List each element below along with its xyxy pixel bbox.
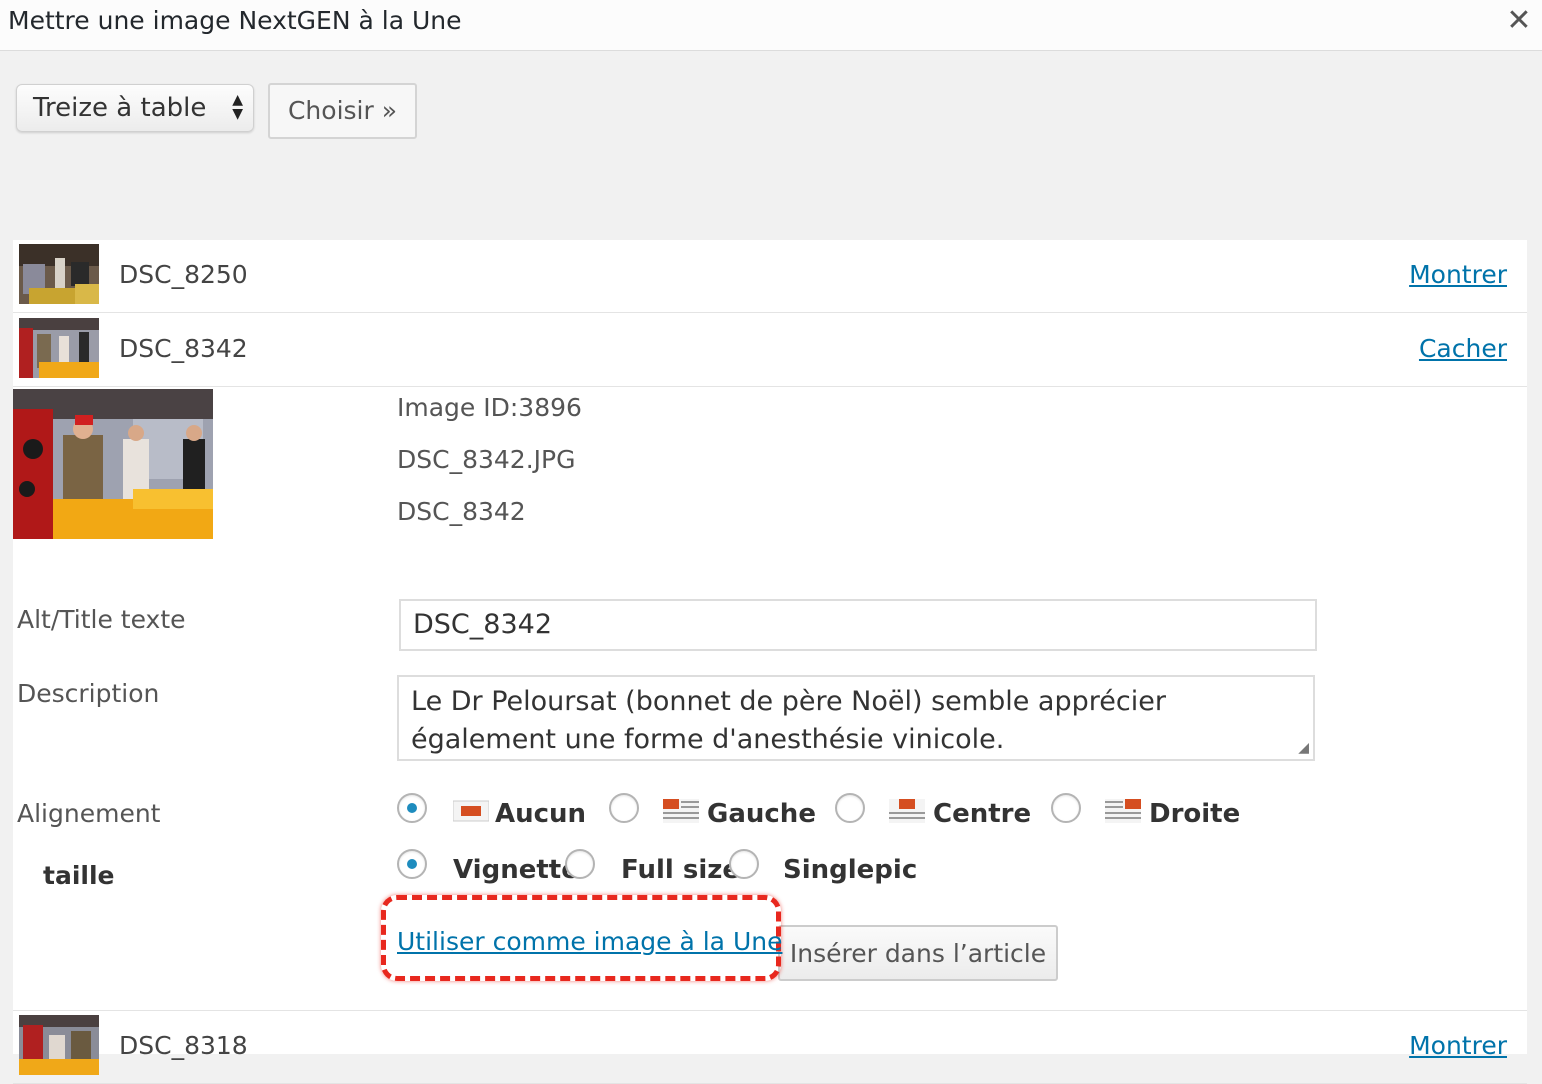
align-center-label: Centre <box>933 799 1032 829</box>
size-full-label: Full size <box>621 855 741 885</box>
list-item: DSC_8250 Montrer <box>13 240 1527 313</box>
gallery-select[interactable]: Treize à table ▲ ▼ <box>16 84 254 132</box>
size-full-radio[interactable] <box>565 849 595 879</box>
size-thumbnail-radio[interactable] <box>397 849 427 879</box>
show-link[interactable]: Montrer <box>1409 258 1507 292</box>
align-left-icon <box>663 799 699 823</box>
list-item: DSC_8318 Montrer <box>13 1010 1527 1084</box>
description-textarea[interactable]: Le Dr Peloursat (bonnet de père Noël) se… <box>397 675 1315 761</box>
align-center-icon <box>889 799 925 823</box>
image-filename: DSC_8342.JPG <box>397 445 576 474</box>
hide-link[interactable]: Cacher <box>1419 332 1507 366</box>
size-thumbnail-label: Vignette <box>453 855 579 885</box>
image-list: DSC_8250 Montrer DSC_8342 Cacher Image I… <box>13 240 1527 1084</box>
align-left-label: Gauche <box>707 799 816 829</box>
align-none-radio[interactable] <box>397 793 427 823</box>
size-singlepic-radio[interactable] <box>729 849 759 879</box>
description-label: Description <box>17 679 160 708</box>
close-icon[interactable]: ✕ <box>1502 4 1536 38</box>
description-text: Le Dr Peloursat (bonnet de père Noël) se… <box>411 686 1166 755</box>
alt-title-input[interactable]: DSC_8342 <box>399 599 1317 651</box>
align-right-icon <box>1105 799 1141 823</box>
align-left-radio[interactable] <box>609 793 639 823</box>
image-name: DSC_8318 <box>119 1031 248 1060</box>
list-item: DSC_8342 Cacher <box>13 314 1527 387</box>
image-thumbnail <box>19 1015 99 1075</box>
choose-button[interactable]: Choisir » <box>268 83 417 139</box>
size-label: taille <box>43 861 115 890</box>
image-id: Image ID:3896 <box>397 393 582 422</box>
alt-label: Alt/Title texte <box>17 605 186 634</box>
select-arrows-icon: ▲ ▼ <box>232 92 243 122</box>
align-right-radio[interactable] <box>1051 793 1081 823</box>
align-center-radio[interactable] <box>835 793 865 823</box>
image-name: DSC_8342 <box>119 334 248 363</box>
image-name: DSC_8250 <box>119 260 248 289</box>
image-preview <box>13 389 213 539</box>
image-detail-panel: Image ID:3896 DSC_8342.JPG DSC_8342 Alt/… <box>13 386 1527 1009</box>
image-title: DSC_8342 <box>397 497 526 526</box>
image-thumbnail <box>19 244 99 304</box>
align-none-label: Aucun <box>495 799 587 829</box>
image-thumbnail <box>19 318 99 378</box>
size-singlepic-label: Singlepic <box>783 855 918 885</box>
alignment-label: Alignement <box>17 799 161 828</box>
show-link[interactable]: Montrer <box>1409 1029 1507 1063</box>
align-none-icon <box>453 800 489 822</box>
dialog-titlebar: Mettre une image NextGEN à la Une ✕ <box>0 0 1542 51</box>
dialog-title: Mettre une image NextGEN à la Une <box>8 6 462 35</box>
resize-grip-icon[interactable]: ◢ <box>1298 741 1309 755</box>
insert-into-post-button[interactable]: Insérer dans l’article <box>778 925 1058 981</box>
set-featured-image-link[interactable]: Utiliser comme image à la Une <box>397 925 782 959</box>
align-right-label: Droite <box>1149 799 1241 829</box>
gallery-select-value: Treize à table <box>33 93 207 123</box>
